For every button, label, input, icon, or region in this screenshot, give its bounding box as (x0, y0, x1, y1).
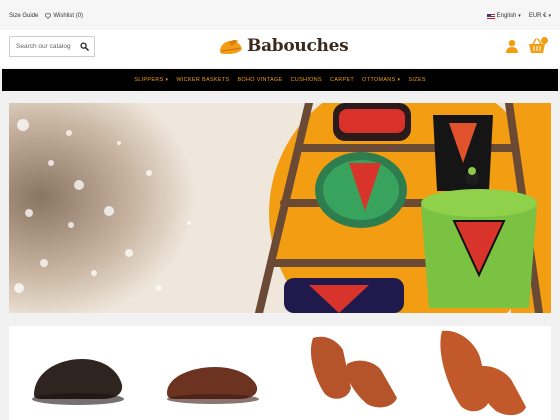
wishlist-link[interactable]: Wishlist (0) (45, 13, 83, 19)
heart-icon (45, 13, 52, 19)
currency-selector[interactable]: EUR € ▾ (529, 13, 551, 19)
product-card[interactable] (288, 327, 408, 419)
header: Babouches (0, 30, 560, 68)
cart-button[interactable] (528, 37, 548, 55)
nav-item-label: SIZES (408, 77, 426, 83)
size-guide-link[interactable]: Size Guide (9, 13, 38, 19)
slipper-logo-icon (220, 39, 242, 54)
black-leather-slipper-image (31, 359, 124, 405)
currency-label: EUR € (528, 13, 547, 19)
top-bar-right: English ▾ EUR € ▾ (486, 13, 551, 19)
brand-name: Babouches (247, 36, 349, 56)
language-label: English (496, 13, 517, 19)
chevron-down-icon: ▾ (397, 77, 401, 83)
size-guide-label: Size Guide (9, 13, 39, 19)
user-icon[interactable] (505, 39, 519, 53)
top-bar: Size Guide Wishlist (0) English ▾ EUR € … (0, 0, 560, 30)
nav-item-label: WICKER BASKETS (176, 77, 230, 83)
nav-item-label: BOHO VINTAGE (237, 77, 283, 83)
search-icon[interactable] (80, 42, 89, 51)
nav-item-slippers[interactable]: SLIPPERS ▾ (134, 77, 168, 83)
nav-item-label: OTTOMANS (362, 77, 396, 83)
main-nav: SLIPPERS ▾ WICKER BASKETS BOHO VINTAGE CU… (2, 69, 558, 91)
brand-logo[interactable]: Babouches (218, 36, 349, 56)
nav-item-label: CUSHIONS (290, 77, 322, 83)
search-box (9, 36, 95, 57)
nav-item-sizes[interactable]: SIZES (408, 77, 425, 83)
wishlist-label: Wishlist (0) (53, 13, 84, 19)
nav-item-boho-vintage[interactable]: BOHO VINTAGE (237, 77, 282, 83)
nav-item-label: CARPET (329, 77, 355, 83)
tan-pointed-slipper-pair-image (310, 336, 397, 408)
nav-item-label: SLIPPERS (134, 77, 164, 83)
nav-item-wicker-baskets[interactable]: WICKER BASKETS (176, 77, 229, 83)
product-card[interactable] (423, 327, 543, 419)
brown-leather-slipper-image (167, 367, 260, 404)
nav-item-cushions[interactable]: CUSHIONS (291, 77, 322, 83)
us-flag-icon (486, 13, 495, 19)
hero-banner-image (9, 103, 551, 313)
top-bar-left: Size Guide Wishlist (0) (9, 13, 83, 19)
orange-pointed-slipper-pair-image (440, 330, 527, 416)
chevron-down-icon: ▾ (165, 77, 169, 83)
hero-banner[interactable] (9, 103, 551, 313)
nav-item-ottomans[interactable]: OTTOMANS ▾ (362, 77, 400, 83)
cart-count-badge (541, 37, 548, 44)
language-selector[interactable]: English ▾ (486, 13, 521, 19)
chevron-down-icon: ▾ (548, 13, 551, 19)
product-card[interactable] (152, 327, 272, 419)
product-card[interactable] (17, 327, 137, 419)
search-input[interactable] (10, 37, 80, 56)
chevron-down-icon: ▾ (518, 13, 521, 19)
product-strip (9, 326, 551, 420)
nav-item-carpet[interactable]: CARPET (330, 77, 354, 83)
